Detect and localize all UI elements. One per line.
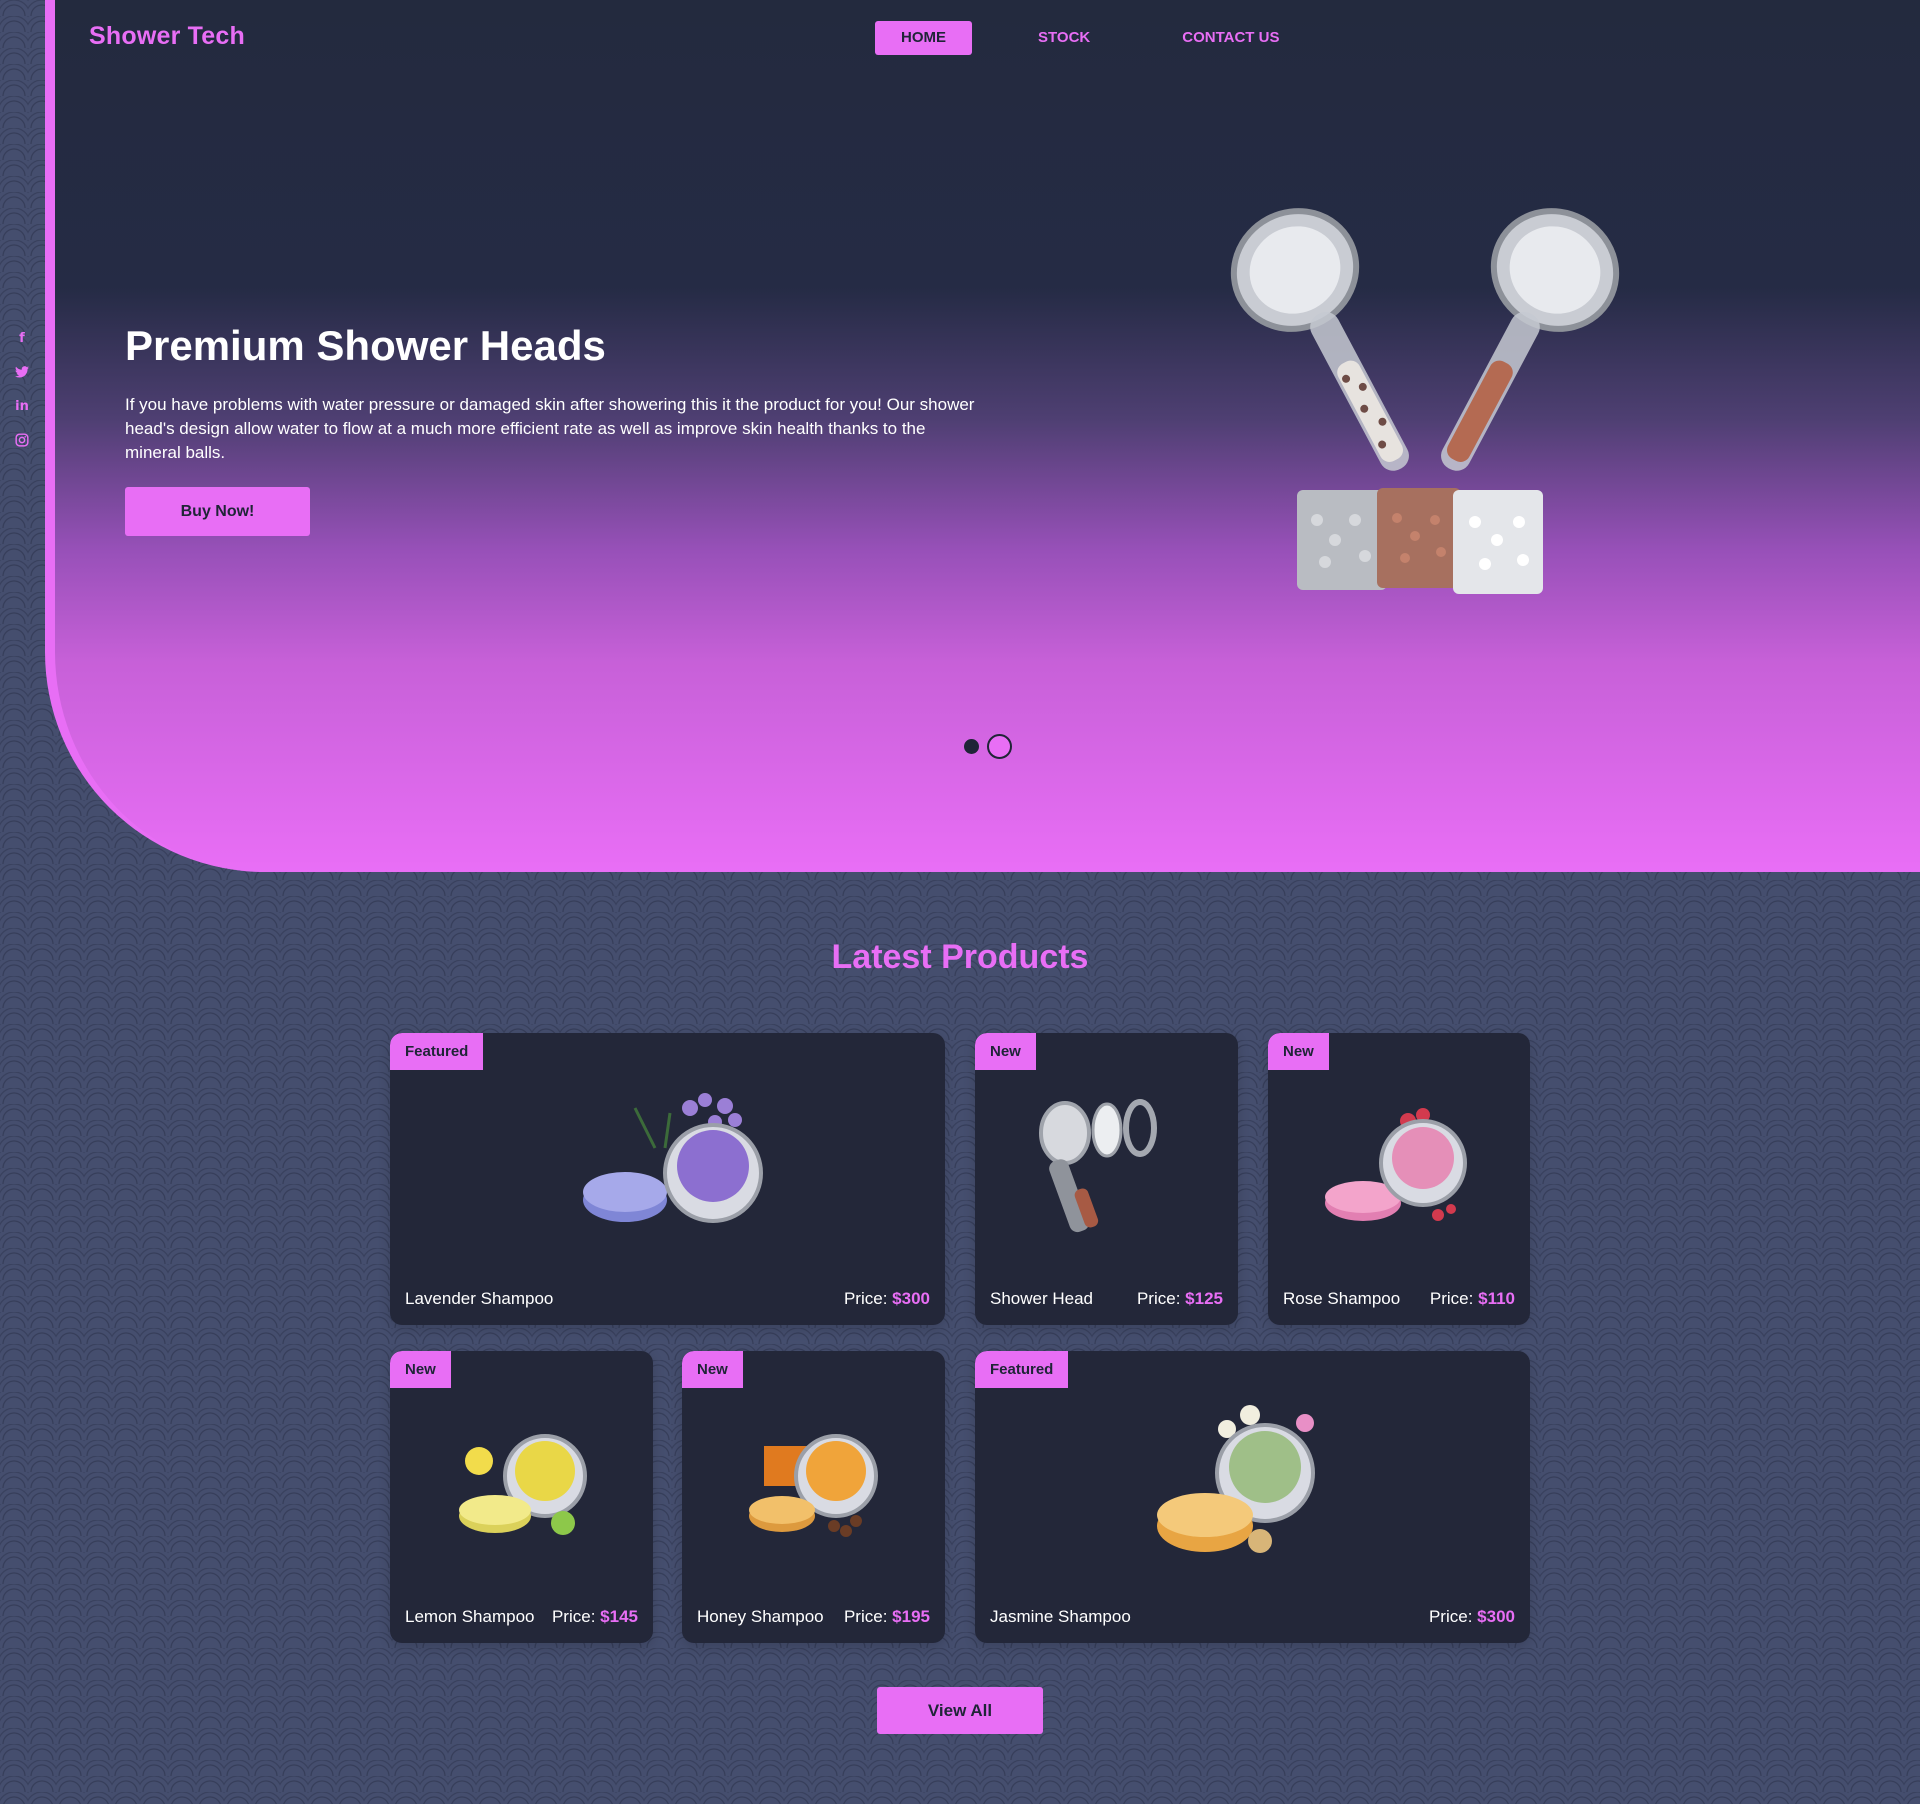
facebook-icon[interactable]: f — [12, 328, 32, 348]
product-badge: New — [1268, 1033, 1329, 1070]
lavender-shampoo-image — [583, 1093, 763, 1223]
hero-title: Premium Shower Heads — [125, 322, 606, 369]
product-badge: New — [975, 1033, 1036, 1070]
product-name: Rose Shampoo — [1283, 1289, 1401, 1308]
latest-products-title: Latest Products — [831, 938, 1089, 976]
product-price: Price: $145 — [551, 1607, 638, 1626]
nav-home[interactable]: HOME — [875, 21, 972, 55]
instagram-icon[interactable] — [12, 430, 32, 450]
rose-shampoo-image — [1325, 1108, 1467, 1221]
social-icons: f in — [12, 328, 32, 450]
slide-dot-1[interactable] — [964, 739, 979, 754]
twitter-icon[interactable] — [12, 362, 32, 382]
shower-heads-image — [1230, 208, 1620, 594]
product-price: Price: $300 — [1428, 1607, 1515, 1626]
product-badge: Featured — [390, 1033, 484, 1070]
product-badge: New — [682, 1351, 743, 1388]
product-name: Lemon Shampoo — [405, 1607, 535, 1626]
hero-section: Shower Tech HOME STOCK CONTACT US Premiu… — [45, 0, 1920, 872]
product-badge: Featured — [975, 1351, 1069, 1388]
product-price: Price: $110 — [1429, 1289, 1515, 1308]
shower-head-image — [1039, 1099, 1157, 1233]
product-card-honey[interactable]: New Honey Shampoo Price: $195 — [682, 1351, 945, 1643]
nav-contact[interactable]: CONTACT US — [1156, 21, 1305, 55]
lemon-shampoo-image — [459, 1434, 587, 1535]
product-name: Honey Shampoo — [697, 1607, 824, 1626]
product-card-shower-head[interactable]: New Shower Head Price: $125 — [975, 1033, 1238, 1325]
hero-description: If you have problems with water pressure… — [125, 395, 975, 462]
product-price: Price: $125 — [1136, 1289, 1223, 1308]
nav-stock[interactable]: STOCK — [1012, 21, 1116, 55]
buy-now-button[interactable]: Buy Now! — [125, 487, 310, 536]
product-name: Shower Head — [990, 1289, 1094, 1308]
linkedin-icon[interactable]: in — [12, 396, 32, 416]
main-nav: HOME STOCK CONTACT US — [875, 21, 1345, 55]
product-price: Price: $195 — [843, 1607, 930, 1626]
honey-shampoo-image — [749, 1434, 878, 1537]
brand-logo[interactable]: Shower Tech — [89, 22, 245, 51]
jasmine-shampoo-image — [1157, 1405, 1315, 1553]
product-card-jasmine[interactable]: Featured Jasmine Shampoo Price: $300 — [975, 1351, 1530, 1643]
social-sidebar: f in — [0, 0, 46, 870]
product-card-lavender[interactable]: Featured Lavender Shampoo Price: $300 — [390, 1033, 945, 1325]
view-all-button[interactable]: View All — [877, 1687, 1043, 1734]
product-badge: New — [390, 1351, 451, 1388]
product-price: Price: $300 — [843, 1289, 930, 1308]
product-card-rose[interactable]: New Rose Shampoo Price: $110 — [1268, 1033, 1530, 1325]
product-name: Jasmine Shampoo — [990, 1607, 1131, 1626]
slide-dot-2[interactable] — [987, 734, 1012, 759]
product-card-lemon[interactable]: New Lemon Shampoo Price: $145 — [390, 1351, 653, 1643]
product-name: Lavender Shampoo — [405, 1289, 554, 1308]
slider-dots — [964, 734, 1012, 759]
